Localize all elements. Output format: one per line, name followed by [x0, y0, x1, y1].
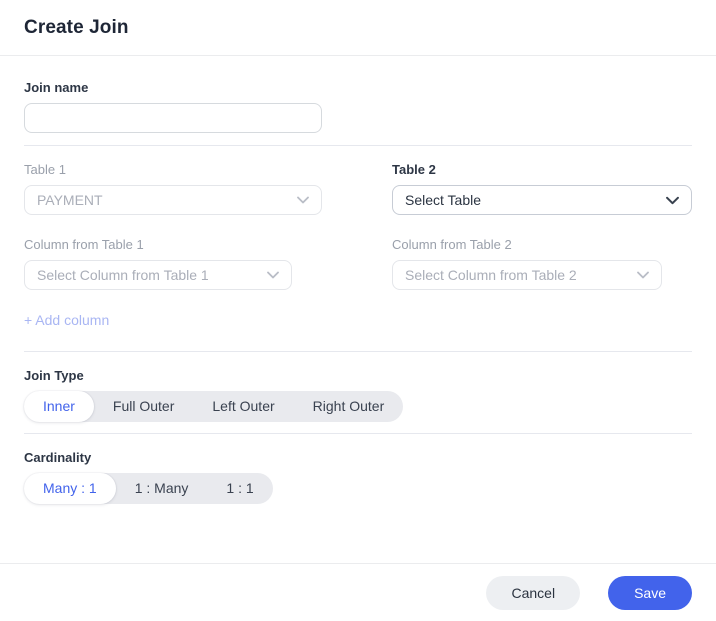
cardinality-option-1-1[interactable]: 1 : 1 [207, 473, 272, 504]
divider [24, 351, 692, 352]
chevron-down-icon [267, 271, 279, 279]
create-join-dialog: Create Join Join name Table 1 PAYMENT Ta… [0, 0, 716, 621]
table-2-label: Table 2 [392, 163, 692, 176]
join-type-option-full-outer[interactable]: Full Outer [94, 391, 193, 422]
cardinality-option-many-1[interactable]: Many : 1 [24, 473, 116, 504]
cancel-button[interactable]: Cancel [486, 576, 580, 610]
join-name-label: Join name [24, 81, 692, 94]
column-1-select: Select Column from Table 1 [24, 260, 292, 290]
join-name-input[interactable] [24, 103, 322, 133]
table-1-select: PAYMENT [24, 185, 322, 215]
join-type-segmented-control: Inner Full Outer Left Outer Right Outer [24, 391, 403, 422]
divider [24, 145, 692, 146]
dialog-body: Join name Table 1 PAYMENT Table 2 Select… [0, 56, 716, 563]
table-2-placeholder: Select Table [405, 192, 481, 208]
join-type-section: Join Type Inner Full Outer Left Outer Ri… [24, 369, 692, 422]
cardinality-option-1-many[interactable]: 1 : Many [116, 473, 208, 504]
cardinality-section: Cardinality Many : 1 1 : Many 1 : 1 [24, 451, 692, 504]
cardinality-segmented-control: Many : 1 1 : Many 1 : 1 [24, 473, 273, 504]
tables-row: Table 1 PAYMENT Table 2 Select Table [24, 163, 692, 215]
dialog-footer: Cancel Save [0, 563, 716, 621]
dialog-title: Create Join [24, 17, 129, 39]
table-1-field: Table 1 PAYMENT [24, 163, 322, 215]
join-type-option-right-outer[interactable]: Right Outer [294, 391, 404, 422]
join-name-field: Join name [24, 56, 692, 133]
table-1-label: Table 1 [24, 163, 322, 176]
chevron-down-icon [637, 271, 649, 279]
add-column-link[interactable]: + Add column [24, 313, 109, 327]
columns-row: Column from Table 1 Select Column from T… [24, 238, 692, 290]
save-button[interactable]: Save [608, 576, 692, 610]
column-1-placeholder: Select Column from Table 1 [37, 267, 209, 283]
divider [24, 433, 692, 434]
column-2-label: Column from Table 2 [392, 238, 692, 251]
column-1-label: Column from Table 1 [24, 238, 322, 251]
dialog-header: Create Join [0, 0, 716, 56]
table-1-value: PAYMENT [37, 192, 103, 208]
join-type-label: Join Type [24, 369, 692, 382]
column-2-select: Select Column from Table 2 [392, 260, 662, 290]
chevron-down-icon [666, 196, 679, 205]
table-2-select[interactable]: Select Table [392, 185, 692, 215]
column-2-placeholder: Select Column from Table 2 [405, 267, 577, 283]
column-1-field: Column from Table 1 Select Column from T… [24, 238, 322, 290]
join-type-option-inner[interactable]: Inner [24, 391, 94, 422]
join-type-option-left-outer[interactable]: Left Outer [193, 391, 293, 422]
table-2-field: Table 2 Select Table [392, 163, 692, 215]
chevron-down-icon [297, 196, 309, 204]
column-2-field: Column from Table 2 Select Column from T… [392, 238, 692, 290]
cardinality-label: Cardinality [24, 451, 692, 464]
